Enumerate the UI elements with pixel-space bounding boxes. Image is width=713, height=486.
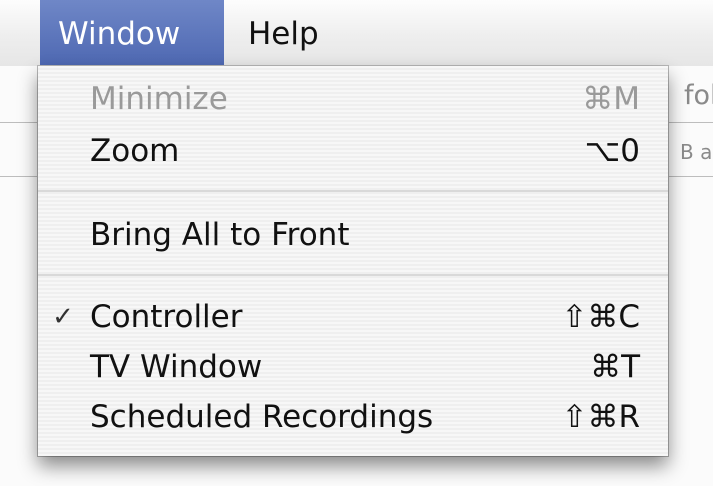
menu-item-label: Scheduled Recordings [90,399,434,435]
menu-item-scheduled-recordings[interactable]: Scheduled Recordings ⇧⌘R [38,394,668,440]
menu-item-tv-window[interactable]: TV Window ⌘T [38,344,668,390]
menu-window[interactable]: Window [40,0,224,66]
shortcut-label: ⇧⌘R [561,399,640,435]
menu-item-label: Controller [90,299,243,335]
menu-help[interactable]: Help [230,0,350,66]
background-text-fragment: B a [680,140,713,164]
menu-item-label: TV Window [90,349,263,385]
menu-item-label: Minimize [90,81,228,117]
shortcut-label: ⌘M [582,81,640,117]
menu-item-label: Bring All to Front [90,217,350,253]
shortcut-label: ⌥0 [584,133,640,169]
window-menu-dropdown: Minimize ⌘M Zoom ⌥0 Bring All to Front ✓… [38,66,668,456]
menu-separator [38,190,668,192]
menu-item-controller[interactable]: ✓ Controller ⇧⌘C [38,294,668,340]
menu-item-zoom[interactable]: Zoom ⌥0 [38,128,668,174]
shortcut-label: ⇧⌘C [561,299,640,335]
menu-item-label: Zoom [90,133,180,169]
menu-bar: Window Help [0,0,713,67]
background-text-fragment: fol [684,80,713,111]
shortcut-label: ⌘T [590,349,640,385]
checkmark-icon: ✓ [52,302,74,332]
menu-item-bring-all-to-front[interactable]: Bring All to Front [38,212,668,258]
menu-separator [38,274,668,276]
menu-item-minimize: Minimize ⌘M [38,76,668,122]
